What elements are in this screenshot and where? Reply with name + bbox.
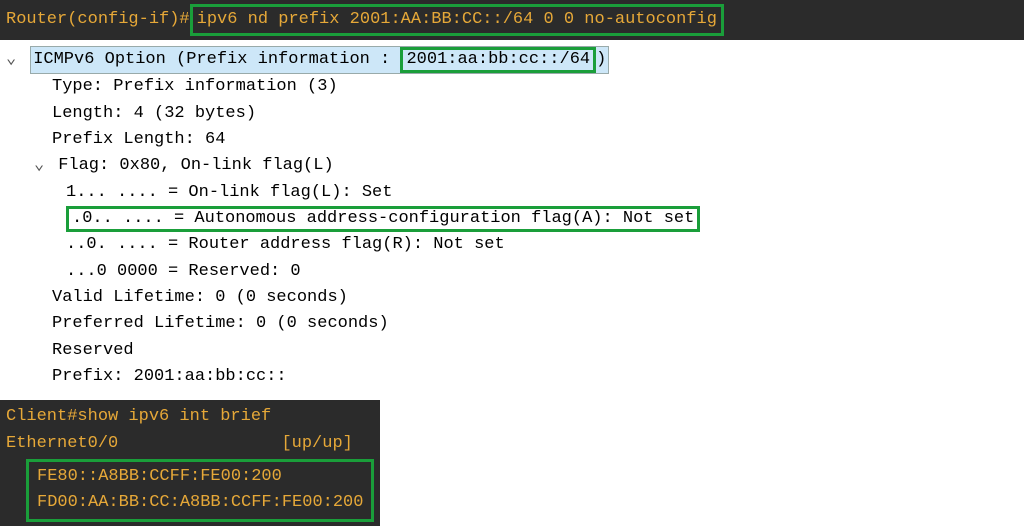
option-header-value: 2001:aa:bb:cc::/64 [406, 50, 590, 69]
prefix-row: Prefix: 2001:aa:bb:cc:: [6, 364, 1018, 390]
flag-reserved-row: ...0 0000 = Reserved: 0 [6, 259, 1018, 285]
option-header-prefix: ICMPv6 Option (Prefix information : [33, 50, 400, 69]
client-command: Client#show ipv6 int brief [6, 404, 374, 430]
prefixlen-row: Prefix Length: 64 [6, 127, 1018, 153]
link-local-address: FE80::A8BB:CCFF:FE00:200 [37, 464, 363, 490]
flag-auto-highlight: .0.. .... = Autonomous address-configura… [66, 206, 700, 232]
option-header-suffix: ) [596, 50, 606, 69]
reserved-row: Reserved [6, 338, 1018, 364]
valid-lifetime-row: Valid Lifetime: 0 (0 seconds) [6, 285, 1018, 311]
client-terminal: Client#show ipv6 int brief Ethernet0/0 [… [0, 400, 380, 525]
iface-name: Ethernet0/0 [6, 434, 118, 453]
chevron-down-icon: ⌄ [34, 153, 48, 179]
type-row: Type: Prefix information (3) [6, 74, 1018, 100]
flag-onlink-row: 1... .... = On-link flag(L): Set [6, 180, 1018, 206]
flag-auto: .0.. .... = Autonomous address-configura… [72, 209, 694, 228]
chevron-down-icon: ⌄ [6, 47, 20, 73]
prefix-value-highlight: 2001:aa:bb:cc::/64 [400, 47, 596, 73]
router-terminal: Router(config-if)# ipv6 nd prefix 2001:AA… [0, 0, 1024, 40]
router-prompt: Router(config-if)# [6, 10, 190, 29]
address-highlight-box: FE80::A8BB:CCFF:FE00:200 FD00:AA:BB:CC:A… [26, 459, 374, 522]
option-header: ICMPv6 Option (Prefix information : 2001… [30, 46, 609, 74]
option-header-row[interactable]: ⌄ ICMPv6 Option (Prefix information : 20… [6, 46, 1018, 74]
packet-detail-pane: ⌄ ICMPv6 Option (Prefix information : 20… [0, 40, 1024, 401]
flag-header-row[interactable]: ⌄ Flag: 0x80, On-link flag(L) [6, 153, 1018, 179]
interface-row: Ethernet0/0 [up/up] [6, 431, 374, 457]
flag-header: Flag: 0x80, On-link flag(L) [58, 156, 333, 175]
router-command-highlight: ipv6 nd prefix 2001:AA:BB:CC::/64 0 0 no… [190, 4, 724, 36]
global-address: FD00:AA:BB:CC:A8BB:CCFF:FE00:200 [37, 490, 363, 516]
flag-router-row: ..0. .... = Router address flag(R): Not … [6, 232, 1018, 258]
preferred-lifetime-row: Preferred Lifetime: 0 (0 seconds) [6, 311, 1018, 337]
router-command: ipv6 nd prefix 2001:AA:BB:CC::/64 0 0 no… [197, 10, 717, 29]
flag-auto-row: .0.. .... = Autonomous address-configura… [6, 206, 1018, 232]
length-row: Length: 4 (32 bytes) [6, 101, 1018, 127]
iface-state: [up/up] [281, 434, 352, 453]
